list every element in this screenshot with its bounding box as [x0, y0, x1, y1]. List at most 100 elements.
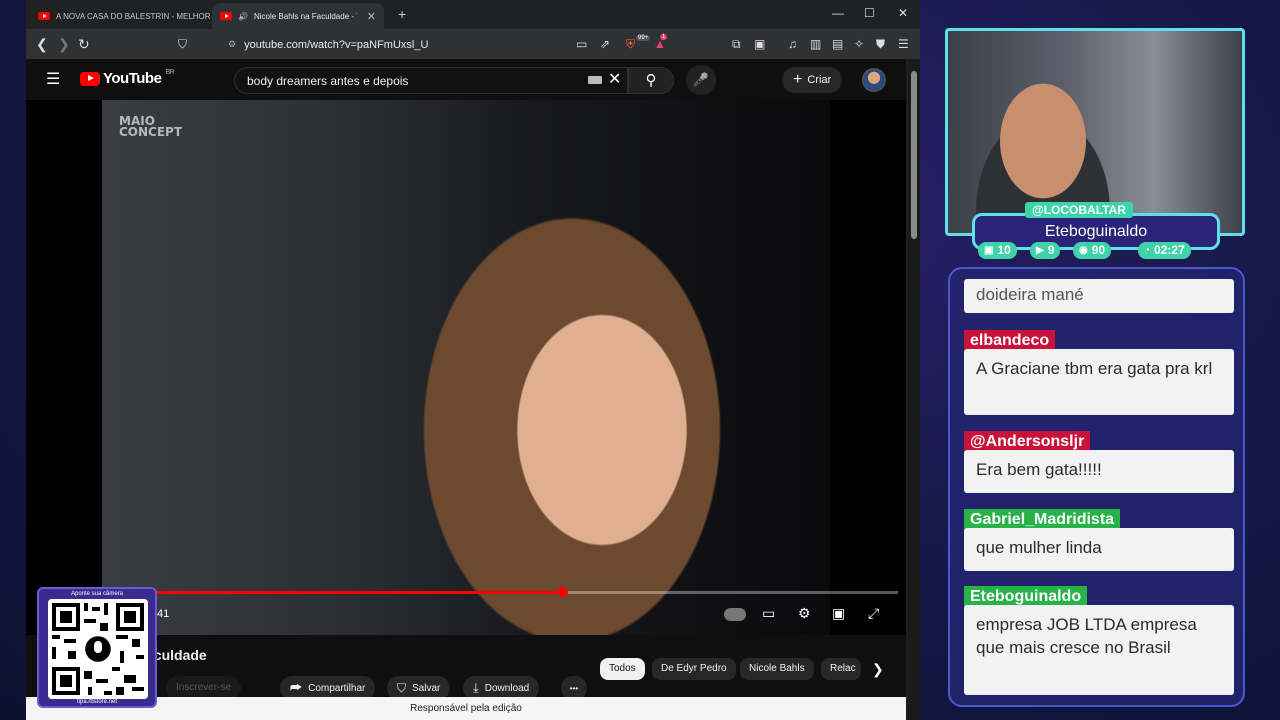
- chip-relacionados[interactable]: Relac: [821, 658, 861, 680]
- clear-search-icon[interactable]: ✕: [608, 69, 621, 89]
- page-scrollbar[interactable]: [908, 59, 920, 720]
- maximize-icon[interactable]: ☐: [864, 6, 875, 20]
- download-icon: ⤓: [473, 680, 479, 695]
- video-frame: MAIO CONCEPT: [102, 100, 830, 635]
- clock-icon: ◔: [1144, 245, 1151, 256]
- save-label: Salvar: [412, 682, 441, 694]
- subtitles-icon[interactable]: ▭: [762, 605, 775, 622]
- video-player[interactable]: MAIO CONCEPT :41 ▭ ⚙ ▣ ⤢: [26, 100, 906, 635]
- leo-ai-icon[interactable]: ✧: [854, 37, 864, 51]
- chat-username: @Andersonsljr: [964, 431, 1091, 452]
- youtube-logo[interactable]: YouTube BR: [80, 69, 175, 87]
- video-watermark: MAIO CONCEPT: [119, 114, 183, 139]
- wallet-icon[interactable]: ▤: [832, 37, 843, 51]
- kick-icon: ◉: [1079, 245, 1088, 256]
- reload-icon[interactable]: ↻: [78, 36, 90, 53]
- screenshot-icon[interactable]: ▣: [754, 37, 765, 51]
- vpn-icon[interactable]: ⛊: [876, 37, 885, 52]
- chat-message: que mulher linda: [964, 528, 1234, 571]
- share-label: Compartilhar: [308, 682, 366, 694]
- chat-username: Eteboguinaldo: [964, 586, 1088, 607]
- settings-gear-icon[interactable]: ⚙: [798, 605, 811, 622]
- qr-code-panel: Aponte sua câmera tipa.rbstore.net: [37, 587, 157, 708]
- hamburger-menu-icon[interactable]: ☰: [46, 69, 60, 89]
- url-field[interactable]: ⚙ youtube.com/watch?v=paNFmUxsl_U: [228, 35, 598, 54]
- cast-icon[interactable]: ▭: [576, 37, 587, 51]
- youtube-icon: ▶: [1036, 245, 1044, 256]
- brave-shields-icon[interactable]: ⛨: [626, 37, 635, 52]
- menu-icon[interactable]: ☰: [898, 37, 909, 51]
- plus-icon: +: [793, 71, 803, 88]
- url-text: youtube.com/watch?v=paNFmUxsl_U: [244, 38, 429, 51]
- voice-search-button[interactable]: 🎤: [686, 65, 716, 95]
- scrollbar-thumb[interactable]: [911, 71, 917, 239]
- download-label: Download: [484, 682, 530, 694]
- qr-url: tipa.rbstore.net: [76, 699, 118, 705]
- minimize-icon[interactable]: —: [832, 6, 844, 20]
- extensions-icon[interactable]: ⧉: [732, 37, 741, 52]
- twitch-count: 10: [997, 243, 1011, 257]
- create-label: Criar: [807, 74, 832, 86]
- stream-clock: ◔ 02:27: [1138, 242, 1191, 259]
- chip-todos[interactable]: Todos: [600, 658, 645, 680]
- qr-code-image: [48, 599, 148, 699]
- logo-text: YouTube: [103, 70, 162, 87]
- bookmark-save-icon: ⛉: [397, 680, 407, 695]
- shields-badge: 99+: [636, 35, 651, 41]
- theater-mode-icon[interactable]: ▣: [832, 605, 845, 622]
- kick-count: 90: [1091, 243, 1106, 257]
- kick-viewers: ◉ 90: [1073, 242, 1112, 259]
- streamer-handle: @LOCOBALTAR: [1025, 202, 1133, 218]
- tab-title: Nicole Bahls na Faculdade - YouTube: [253, 11, 357, 21]
- search-icon: ⚲: [645, 72, 657, 89]
- share-icon[interactable]: ⇗: [600, 37, 610, 51]
- youtube-favicon-icon: [220, 12, 232, 20]
- tab-strip: A NOVA CASA DO BALESTRIN - MELHOR DO 🔊 N…: [26, 0, 920, 29]
- chat-message: Era bem gata!!!!!: [964, 450, 1234, 493]
- tab-nicole-bahls[interactable]: 🔊 Nicole Bahls na Faculdade - YouTube ✕: [212, 3, 384, 29]
- scrubber-handle[interactable]: [557, 587, 568, 597]
- account-avatar[interactable]: [862, 68, 886, 92]
- region-code: BR: [165, 69, 175, 76]
- chat-username: elbandeco: [964, 330, 1056, 351]
- create-button[interactable]: + Criar: [782, 67, 843, 93]
- back-icon[interactable]: ❮: [36, 36, 48, 53]
- progress-bar[interactable]: [38, 587, 898, 597]
- chat-message: A Graciane tbm era gata pra krl: [964, 349, 1234, 415]
- tab-title: A NOVA CASA DO BALESTRIN - MELHOR DO: [56, 11, 210, 21]
- site-settings-icon[interactable]: ⚙: [228, 39, 236, 50]
- youtube-logo-icon: [80, 71, 100, 86]
- tab-balestrin[interactable]: A NOVA CASA DO BALESTRIN - MELHOR DO: [30, 3, 210, 29]
- fullscreen-icon[interactable]: ⤢: [868, 605, 879, 622]
- youtube-count: 9: [1047, 243, 1055, 257]
- chat-message-text: doideira mané: [976, 285, 1084, 304]
- clock-time: 02:27: [1154, 243, 1185, 257]
- chip-nicole-bahls[interactable]: Nicole Bahls: [740, 658, 814, 680]
- address-bar: ❮ ❯ ↻ ⛉ ⚙ youtube.com/watch?v=paNFmUxsl_…: [26, 29, 920, 59]
- edit-credit-bar: Responsável pela edição: [26, 697, 906, 720]
- twitch-icon: ▣: [984, 245, 994, 256]
- close-tab-icon[interactable]: ✕: [367, 10, 376, 23]
- bookmark-icon[interactable]: ⛉: [178, 37, 187, 52]
- close-window-icon[interactable]: ✕: [898, 6, 908, 20]
- speaker-icon: 🔊: [238, 11, 248, 21]
- chat-message-partial: doideira mané: [964, 279, 1234, 313]
- autoplay-toggle[interactable]: [724, 608, 746, 621]
- qr-caption: Aponte sua câmera: [70, 591, 124, 597]
- forward-icon[interactable]: ❯: [58, 36, 70, 53]
- sidebar-icon[interactable]: ▥: [810, 37, 821, 51]
- search-button[interactable]: ⚲: [628, 67, 674, 94]
- chat-username: Gabriel_Madridista: [964, 509, 1121, 530]
- share-arrow-icon: ⮫: [290, 680, 303, 695]
- microphone-icon: 🎤: [692, 72, 710, 87]
- music-icon[interactable]: ♫: [788, 37, 797, 51]
- new-tab-button[interactable]: +: [398, 6, 406, 22]
- youtube-favicon-icon: [38, 12, 50, 20]
- chips-next-icon[interactable]: ❯: [872, 661, 884, 678]
- search-input[interactable]: body dreamers antes e depois: [234, 67, 628, 94]
- chip-de-edyr-pedro[interactable]: De Edyr Pedro: [652, 658, 736, 680]
- chat-message: empresa JOB LTDA empresa que mais cresce…: [964, 605, 1234, 695]
- twitch-viewers: ▣ 10: [978, 242, 1017, 259]
- rewards-badge: 1: [660, 34, 668, 40]
- keyboard-icon[interactable]: [588, 76, 602, 84]
